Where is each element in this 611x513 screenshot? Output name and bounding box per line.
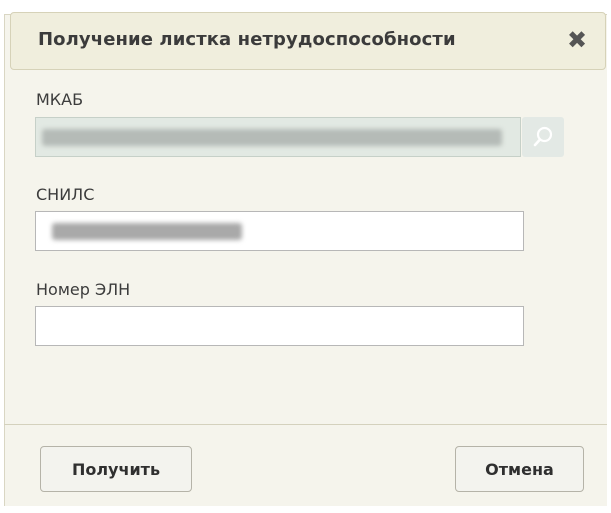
snils-redacted-value (52, 223, 242, 240)
eln-label: Номер ЭЛН (36, 280, 131, 299)
mkab-label: МКАБ (36, 90, 84, 109)
mkab-search-button[interactable] (522, 117, 564, 157)
dialog-title: Получение листка нетрудоспособности (38, 29, 456, 50)
close-icon[interactable]: ✖ (563, 26, 591, 54)
eln-number-field[interactable] (35, 306, 524, 346)
snils-field[interactable] (35, 211, 524, 251)
mkab-redacted-value (42, 129, 502, 146)
cancel-button[interactable]: Отмена (455, 446, 584, 492)
footer-divider (4, 424, 607, 425)
dialog-window (4, 14, 607, 506)
search-icon (533, 126, 553, 147)
mkab-field (35, 117, 521, 157)
get-button[interactable]: Получить (40, 446, 192, 492)
dialog-header: Получение листка нетрудоспособности ✖ (10, 12, 606, 70)
snils-label: СНИЛС (36, 185, 95, 204)
